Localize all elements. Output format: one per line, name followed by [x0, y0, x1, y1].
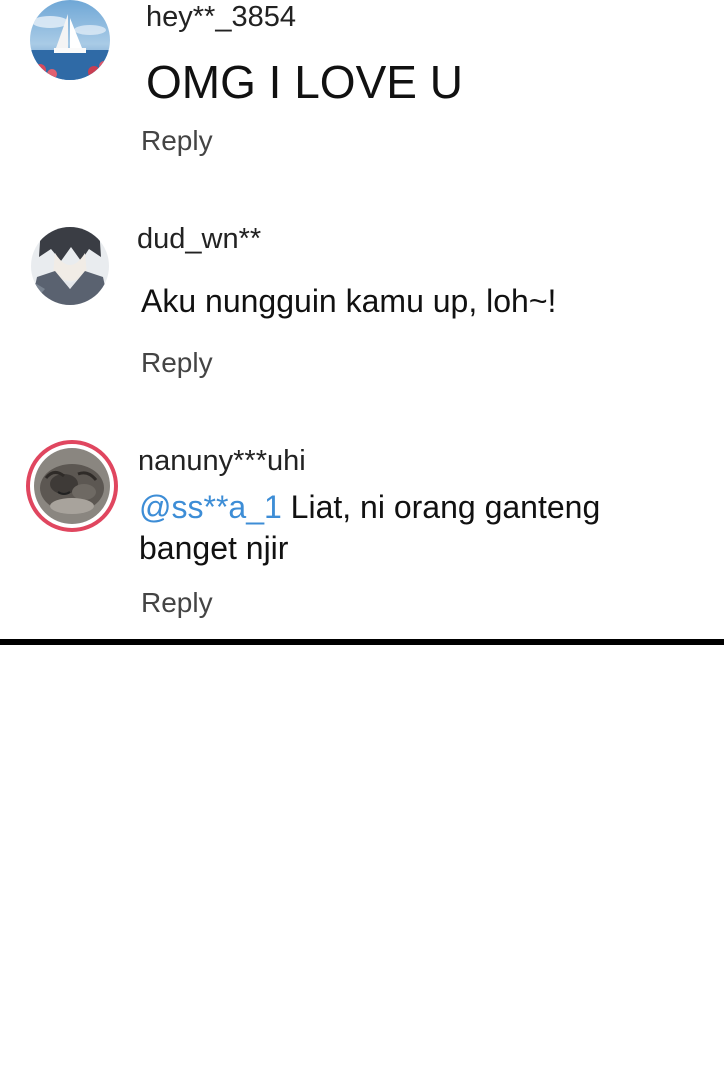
comment-text: @ss**a_1 Liat, ni orang ganteng banget n… [139, 487, 699, 569]
cat-avatar-icon[interactable] [34, 448, 110, 524]
reply-button[interactable]: Reply [141, 586, 213, 620]
empty-area [0, 645, 724, 1080]
comment-text-line2: banget njir [139, 530, 289, 566]
comment-item: nanuny***uhi @ss**a_1 Liat, ni orang gan… [0, 0, 724, 630]
comment-username[interactable]: nanuny***uhi [138, 444, 306, 478]
comment-text-line1: Liat, ni orang ganteng [290, 489, 601, 525]
user-mention-link[interactable]: @ss**a_1 [139, 489, 282, 525]
